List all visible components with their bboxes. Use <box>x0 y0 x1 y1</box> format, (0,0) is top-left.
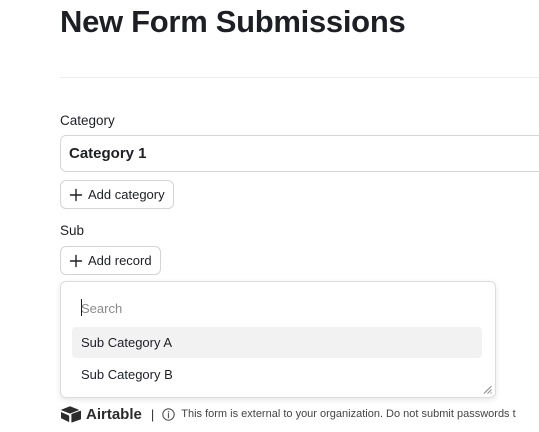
header-divider <box>60 77 539 78</box>
plus-icon <box>69 188 83 201</box>
search-input[interactable] <box>81 299 461 317</box>
add-category-button[interactable]: Add category <box>60 180 174 209</box>
category-field[interactable]: Category 1 <box>60 135 539 172</box>
airtable-logo-icon <box>61 406 81 423</box>
airtable-logo[interactable]: Airtable <box>60 405 142 423</box>
record-picker-dropdown: Sub Category A Sub Category B <box>60 281 496 398</box>
plus-icon <box>69 254 83 267</box>
external-form-notice: This form is external to your organizati… <box>181 408 516 420</box>
resize-grip-icon[interactable] <box>483 385 492 394</box>
option-sub-category-a[interactable]: Sub Category A <box>72 327 482 358</box>
text-caret <box>81 299 82 316</box>
brand-name: Airtable <box>86 405 142 423</box>
info-icon <box>162 407 175 421</box>
category-label: Category <box>60 113 115 128</box>
option-sub-category-b[interactable]: Sub Category B <box>72 359 482 390</box>
footer-separator: | <box>150 406 155 422</box>
add-category-label: Add category <box>88 187 165 202</box>
add-record-button[interactable]: Add record <box>60 246 161 275</box>
category-value: Category 1 <box>69 145 147 162</box>
page-title: New Form Submissions <box>60 4 406 39</box>
sub-label: Sub <box>60 223 85 238</box>
add-record-label: Add record <box>88 253 152 268</box>
footer: Airtable | This form is external to your… <box>60 404 516 424</box>
